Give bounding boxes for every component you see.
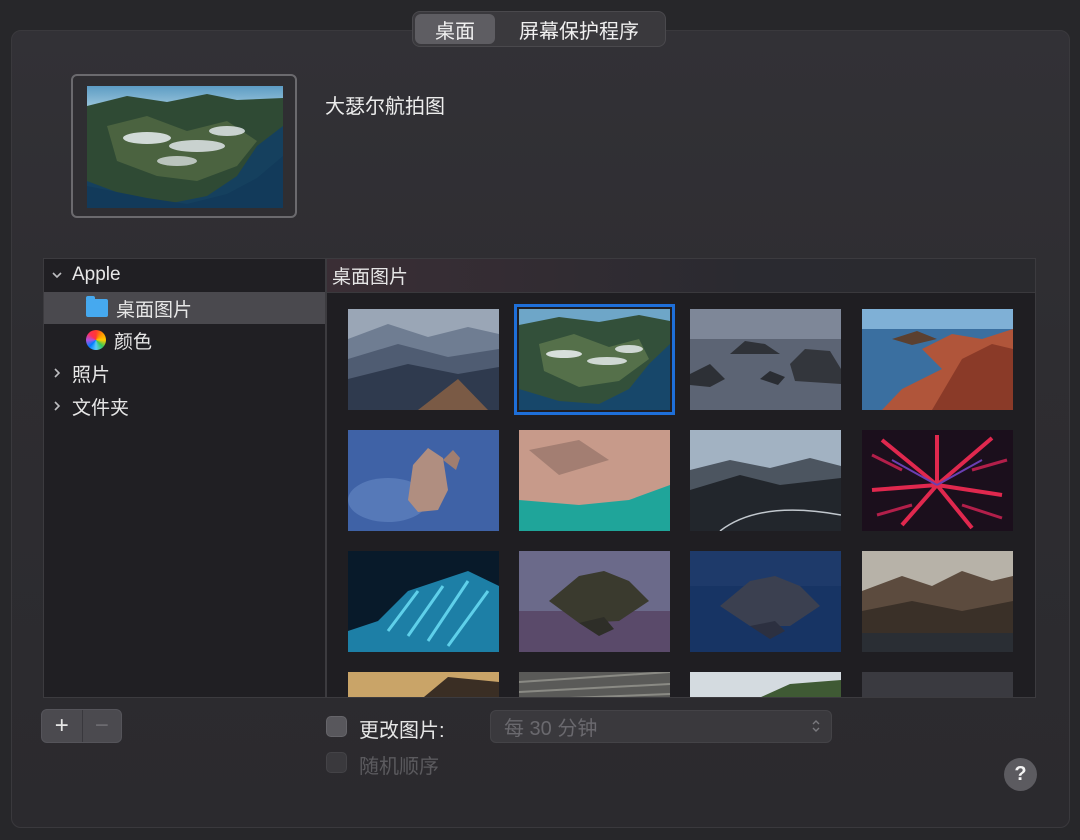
select-arrows-icon <box>810 718 822 736</box>
change-interval-value: 每 30 分钟 <box>504 718 598 740</box>
content-header: 桌面图片 <box>327 259 1035 293</box>
change-picture-label: 更改图片: <box>359 720 445 742</box>
wallpaper-thumbnail[interactable] <box>348 430 499 531</box>
wallpaper-thumbnail[interactable] <box>690 551 841 652</box>
wallpaper-thumbnail[interactable] <box>862 430 1013 531</box>
wallpaper-thumbnail[interactable] <box>348 551 499 652</box>
wallpaper-thumbnail[interactable] <box>862 551 1013 652</box>
help-button[interactable]: ? <box>1004 758 1037 791</box>
sidebar-item-label: 照片 <box>72 364 111 386</box>
tab-segmented-control: 桌面 屏幕保护程序 <box>412 11 666 47</box>
sidebar-item-colors[interactable]: 颜色 <box>44 324 325 356</box>
sidebar-item-label: 文件夹 <box>72 397 130 419</box>
sidebar-item-label: Apple <box>72 264 121 285</box>
wallpaper-thumbnail[interactable] <box>862 309 1013 410</box>
sidebar-item-photos[interactable]: 照片 <box>44 357 325 389</box>
sidebar-item-label: 颜色 <box>114 331 153 353</box>
random-order-checkbox[interactable] <box>326 752 347 773</box>
wallpaper-thumbnail[interactable] <box>519 672 670 697</box>
folder-icon <box>86 296 108 317</box>
change-interval-select[interactable]: 每 30 分钟 <box>490 710 832 743</box>
wallpaper-thumbnail[interactable] <box>514 304 675 415</box>
wallpaper-thumbnail[interactable] <box>862 672 1013 697</box>
color-wheel-icon <box>86 330 106 350</box>
wallpaper-thumbnail[interactable] <box>519 551 670 652</box>
chevron-right-icon[interactable] <box>50 366 64 380</box>
wallpaper-grid-panel: 桌面图片 <box>326 258 1036 698</box>
source-add-remove-buttons: + − <box>41 709 122 743</box>
current-wallpaper-preview <box>71 74 297 218</box>
sidebar-item-folders[interactable]: 文件夹 <box>44 390 325 422</box>
sidebar-item-apple[interactable]: Apple <box>44 259 325 291</box>
chevron-down-icon[interactable] <box>50 268 64 282</box>
wallpaper-preview-image <box>87 86 283 208</box>
chevron-right-icon[interactable] <box>50 399 64 413</box>
source-list: Apple 桌面图片 颜色 照片 文件夹 <box>43 258 326 698</box>
change-picture-checkbox[interactable] <box>326 716 347 737</box>
wallpaper-thumbnail[interactable] <box>690 309 841 410</box>
sidebar-item-desktop-pictures[interactable]: 桌面图片 <box>44 292 325 324</box>
wallpaper-thumbnail[interactable] <box>519 430 670 531</box>
random-order-label: 随机顺序 <box>359 756 439 778</box>
add-source-button[interactable]: + <box>42 710 82 742</box>
sidebar-item-label: 桌面图片 <box>116 299 193 321</box>
remove-source-button[interactable]: − <box>81 710 122 742</box>
wallpaper-name: 大瑟尔航拍图 <box>325 96 445 118</box>
wallpaper-thumbnail[interactable] <box>690 430 841 531</box>
wallpaper-thumbnail[interactable] <box>348 672 499 697</box>
wallpaper-thumbnail[interactable] <box>348 309 499 410</box>
tab-desktop[interactable]: 桌面 <box>415 14 495 44</box>
wallpaper-thumbnail[interactable] <box>690 672 841 697</box>
tab-screen-saver[interactable]: 屏幕保护程序 <box>495 14 663 44</box>
